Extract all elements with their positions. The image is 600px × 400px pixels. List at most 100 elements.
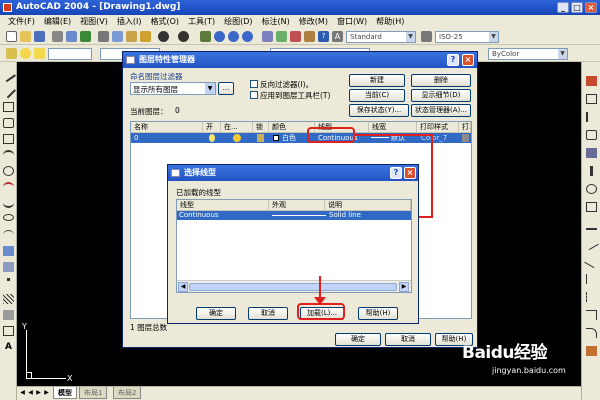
save-icon[interactable]	[34, 31, 45, 42]
markup-icon[interactable]	[304, 31, 315, 42]
open-file-icon[interactable]	[20, 31, 31, 42]
first-tab-icon[interactable]: ◀	[19, 389, 26, 397]
next-tab-icon[interactable]: ▶	[35, 389, 42, 397]
menu-format[interactable]: 格式(O)	[150, 16, 179, 27]
fillet-icon[interactable]	[586, 328, 597, 338]
erase-icon[interactable]	[586, 76, 597, 86]
region-icon[interactable]	[3, 310, 14, 320]
save-state-button[interactable]: 保存状态(Y)...	[349, 104, 409, 117]
text-style-select[interactable]: Standard ▼	[346, 31, 416, 43]
copy-icon[interactable]	[112, 31, 123, 42]
col-lock[interactable]: 锁	[253, 122, 269, 133]
properties-icon[interactable]	[262, 31, 273, 42]
menu-view[interactable]: 视图(V)	[80, 16, 108, 27]
rotate-icon[interactable]	[586, 184, 597, 194]
lock-icon[interactable]	[257, 134, 264, 142]
col-freeze[interactable]: 在...	[221, 122, 253, 133]
menu-help[interactable]: 帮助(H)	[376, 16, 404, 27]
tab-layout1[interactable]: 布局1	[79, 387, 108, 399]
insert-block-icon[interactable]	[3, 246, 14, 256]
scroll-right-icon[interactable]: ▶	[399, 282, 409, 292]
state-manager-button[interactable]: 状态管理器(A)...	[411, 104, 471, 117]
last-tab-icon[interactable]: ▶	[43, 389, 50, 397]
print-icon[interactable]	[52, 31, 63, 42]
ok-button[interactable]: 确定	[335, 333, 381, 346]
cancel-button[interactable]: 取消	[385, 333, 431, 346]
trim-icon[interactable]	[584, 235, 599, 251]
ok-button[interactable]: 确定	[196, 307, 236, 320]
zoom-window-icon[interactable]	[228, 31, 239, 42]
break-at-point-icon[interactable]	[586, 274, 597, 284]
col-appearance[interactable]: 外观	[269, 200, 325, 211]
layer-select[interactable]	[48, 48, 92, 60]
prev-tab-icon[interactable]: ◀	[27, 389, 34, 397]
polyline-icon[interactable]	[3, 102, 14, 112]
move-icon[interactable]	[590, 166, 593, 176]
zoom-realtime-icon[interactable]	[214, 31, 225, 42]
spline-icon[interactable]	[3, 198, 14, 208]
rectangle-icon[interactable]	[3, 134, 14, 144]
col-plot[interactable]: 打.	[459, 122, 471, 133]
menu-window[interactable]: 窗口(W)	[337, 16, 367, 27]
apply-toolbar-checkbox[interactable]	[250, 91, 258, 99]
publish-icon[interactable]	[80, 31, 91, 42]
layer-color[interactable]: 白色	[282, 133, 296, 143]
menu-insert[interactable]: 插入(I)	[117, 16, 142, 27]
break-icon[interactable]	[586, 292, 597, 302]
cancel-button[interactable]: 取消	[248, 307, 288, 320]
close-icon[interactable]: ×	[462, 54, 474, 66]
menu-modify[interactable]: 修改(M)	[299, 16, 328, 27]
plot-preview-icon[interactable]	[66, 31, 77, 42]
paste-icon[interactable]	[126, 31, 137, 42]
ellipse-icon[interactable]	[3, 214, 14, 221]
array-icon[interactable]	[586, 148, 597, 158]
line-icon[interactable]	[1, 67, 16, 83]
extend-icon[interactable]	[584, 253, 599, 269]
invert-filter-checkbox[interactable]	[250, 80, 258, 88]
tab-layout2[interactable]: 布局2	[113, 387, 142, 399]
revision-cloud-icon[interactable]	[3, 182, 14, 192]
linetype-list[interactable]: 线型 外观 说明 Continuous Solid line ◀ ▶	[176, 199, 412, 293]
help-icon[interactable]: ?	[318, 31, 329, 42]
color-swatch[interactable]	[273, 135, 279, 141]
point-icon[interactable]	[7, 278, 10, 281]
new-file-icon[interactable]	[6, 31, 17, 42]
text-style-icon[interactable]: A	[332, 31, 343, 42]
scale-icon[interactable]	[586, 202, 597, 212]
menu-dimension[interactable]: 标注(N)	[262, 16, 290, 27]
scroll-thumb[interactable]	[189, 283, 397, 291]
menu-edit[interactable]: 编辑(E)	[44, 16, 71, 27]
help-icon[interactable]: ?	[390, 167, 402, 179]
tool-palettes-icon[interactable]	[290, 31, 301, 42]
col-description[interactable]: 说明	[325, 200, 411, 211]
explode-icon[interactable]	[586, 346, 597, 356]
delete-layer-button[interactable]: 删除	[411, 74, 471, 87]
table-row[interactable]: Continuous Solid line	[177, 211, 411, 220]
printer-icon[interactable]	[462, 134, 469, 142]
menu-draw[interactable]: 绘图(D)	[224, 16, 252, 27]
col-plot-style[interactable]: 打印样式	[417, 122, 459, 133]
construction-line-icon[interactable]	[1, 83, 16, 99]
tab-model[interactable]: 模型	[53, 387, 77, 399]
col-name[interactable]: 名称	[131, 122, 203, 133]
make-block-icon[interactable]	[3, 262, 14, 272]
stretch-icon[interactable]	[586, 220, 597, 230]
close-icon[interactable]: ×	[404, 167, 416, 179]
filter-browse-button[interactable]: ...	[218, 82, 234, 95]
offset-icon[interactable]	[586, 130, 597, 140]
new-layer-button[interactable]: 新建	[349, 74, 405, 87]
scroll-left-icon[interactable]: ◀	[178, 282, 188, 292]
help-icon[interactable]: ?	[447, 54, 459, 66]
horizontal-scrollbar[interactable]: ◀ ▶	[177, 280, 411, 292]
dim-style-icon[interactable]	[421, 31, 432, 42]
maximize-button[interactable]: □	[571, 2, 583, 13]
autocad-app-icon[interactable]	[3, 3, 12, 12]
pan-icon[interactable]	[200, 31, 211, 42]
multiline-text-icon[interactable]: A	[3, 342, 14, 352]
col-lineweight[interactable]: 线宽	[369, 122, 417, 133]
lightbulb-icon[interactable]	[20, 48, 31, 59]
chamfer-icon[interactable]	[586, 310, 597, 320]
show-details-button[interactable]: 显示细节(D)	[411, 89, 471, 102]
table-icon[interactable]	[3, 326, 14, 336]
redo-icon[interactable]	[178, 31, 189, 42]
